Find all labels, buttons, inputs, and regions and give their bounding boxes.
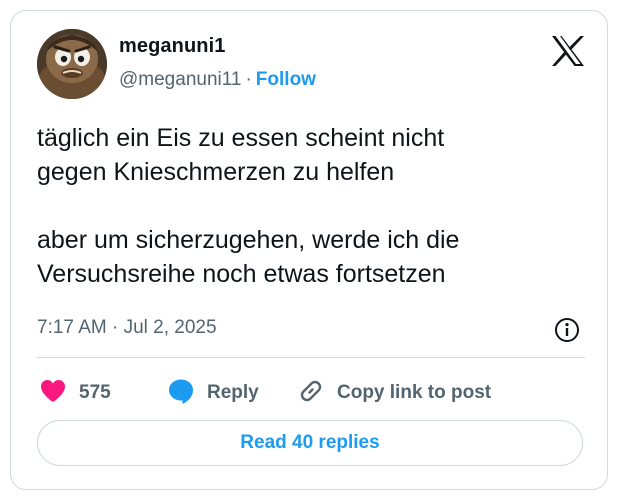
avatar[interactable] bbox=[37, 29, 107, 99]
reply-label: Reply bbox=[207, 382, 259, 403]
like-count: 575 bbox=[79, 382, 111, 403]
tweet-meta-row: 7:17 AM · Jul 2, 2025 bbox=[37, 314, 583, 344]
speech-bubble-icon bbox=[167, 377, 195, 410]
read-replies-button[interactable]: Read 40 replies bbox=[37, 420, 583, 466]
tweet-timestamp[interactable]: 7:17 AM · Jul 2, 2025 bbox=[37, 317, 217, 339]
reply-button[interactable]: Reply bbox=[167, 373, 259, 413]
x-logo-icon[interactable] bbox=[551, 35, 585, 67]
divider bbox=[37, 357, 585, 358]
author-handle-row: @meganuni11 · Follow bbox=[119, 69, 316, 91]
info-icon[interactable] bbox=[553, 316, 581, 344]
action-bar: 575 Reply Copy link to post bbox=[37, 373, 585, 413]
author-display-name[interactable]: meganuni1 bbox=[119, 35, 225, 58]
like-button[interactable]: 575 bbox=[39, 373, 111, 413]
follow-button[interactable]: Follow bbox=[256, 69, 316, 90]
copy-link-label: Copy link to post bbox=[337, 382, 492, 403]
tweet-card: meganuni1 @meganuni11 · Follow täglich ein… bbox=[10, 10, 608, 490]
author-handle[interactable]: @meganuni11 bbox=[119, 69, 241, 90]
link-icon bbox=[297, 377, 325, 410]
copy-link-button[interactable]: Copy link to post bbox=[297, 373, 491, 413]
tweet-text: täglich ein Eis zu essen scheint nicht g… bbox=[37, 124, 460, 288]
heart-icon bbox=[39, 378, 67, 409]
separator-dot: · bbox=[245, 69, 252, 90]
avatar-image bbox=[37, 29, 107, 99]
